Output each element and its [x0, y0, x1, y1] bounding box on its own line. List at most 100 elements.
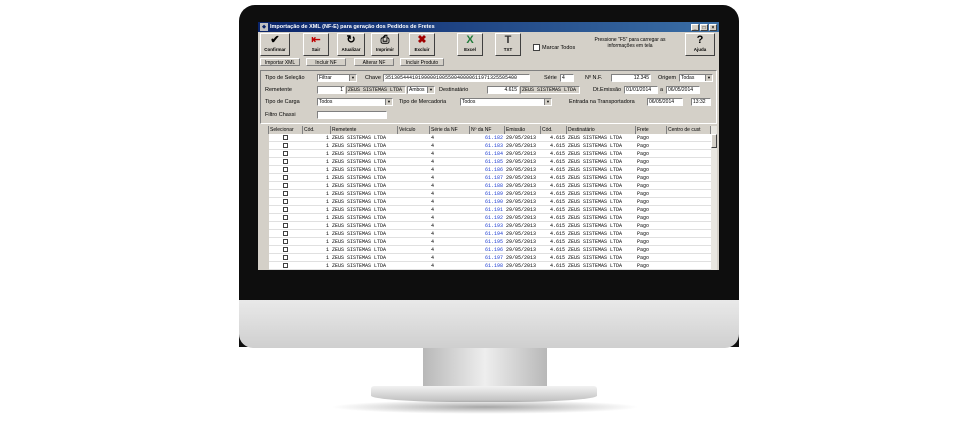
cell-serie: 4: [431, 239, 435, 245]
row-select-checkbox[interactable]: [283, 247, 288, 252]
row-selector[interactable]: [260, 134, 269, 142]
row-select-checkbox[interactable]: [283, 239, 288, 244]
date-range-separator: a: [660, 87, 664, 93]
row-select-checkbox[interactable]: [283, 191, 288, 196]
row-select-checkbox[interactable]: [283, 151, 288, 156]
table-row[interactable]: 1 ZEUS SISTEMAS LTDA 4 61.196 29/05/2013 4.61…: [260, 246, 717, 254]
table-row[interactable]: 1 ZEUS SISTEMAS LTDA 4 61.193 29/05/2013 4.61…: [260, 222, 717, 230]
row-select-checkbox[interactable]: [283, 223, 288, 228]
cell-nf: 61.185: [484, 159, 503, 165]
row-selector[interactable]: [260, 262, 269, 270]
table-row[interactable]: 1 ZEUS SISTEMAS LTDA 4 61.183 29/05/2013 4.61…: [260, 142, 717, 150]
row-selector[interactable]: [260, 214, 269, 222]
tab-importar-xml[interactable]: Importar XML: [260, 58, 300, 66]
tipo-carga-select[interactable]: Todos ▼: [317, 98, 393, 106]
col-header-remetente[interactable]: Remetente: [331, 126, 398, 134]
table-row[interactable]: 1 ZEUS SISTEMAS LTDA 4 61.198 29/05/2013 4.61…: [260, 262, 717, 270]
tipo-mercadoria-select[interactable]: Todos ▼: [460, 98, 552, 106]
row-selector[interactable]: [260, 166, 269, 174]
tipo-selecao-select[interactable]: Filtrar ▼: [317, 74, 357, 82]
col-header-destinatario[interactable]: Destinatário: [567, 126, 636, 134]
row-select-checkbox[interactable]: [283, 199, 288, 204]
col-header-cod[interactable]: Cód.: [303, 126, 331, 134]
row-selector[interactable]: [260, 198, 269, 206]
row-selector[interactable]: [260, 174, 269, 182]
confirm-button[interactable]: ✔ Confirmar: [260, 33, 290, 56]
col-header-selecionar[interactable]: Selecionar: [269, 126, 303, 134]
table-scrollbar[interactable]: [711, 126, 717, 270]
checkbox-box[interactable]: [533, 44, 540, 51]
row-select-checkbox[interactable]: [283, 159, 288, 164]
row-select-checkbox[interactable]: [283, 167, 288, 172]
maximize-button[interactable]: □: [700, 24, 708, 31]
tab-incluir-produto[interactable]: Incluir Produto: [400, 58, 444, 66]
row-selector[interactable]: [260, 238, 269, 246]
row-selector[interactable]: [260, 230, 269, 238]
table-row[interactable]: 1 ZEUS SISTEMAS LTDA 4 61.192 29/05/2013 4.61…: [260, 214, 717, 222]
col-header-cod-dest[interactable]: Cód.: [541, 126, 567, 134]
row-select-checkbox[interactable]: [283, 263, 288, 268]
table-row[interactable]: 1 ZEUS SISTEMAS LTDA 4 61.182 29/05/2013 4.61…: [260, 134, 717, 142]
col-header-centro-custo[interactable]: Centro de cust: [667, 126, 711, 134]
col-header-numero-nf[interactable]: Nº da NF: [470, 126, 505, 134]
filtro-chassi-input[interactable]: [317, 111, 387, 119]
delete-button[interactable]: ✖ Excluir: [409, 33, 435, 56]
help-button[interactable]: ? Ajuda: [685, 33, 715, 56]
row-selector[interactable]: [260, 182, 269, 190]
table-row[interactable]: 1 ZEUS SISTEMAS LTDA 4 61.190 29/05/2013 4.61…: [260, 198, 717, 206]
table-row[interactable]: 1 ZEUS SISTEMAS LTDA 4 61.187 29/05/2013 4.61…: [260, 174, 717, 182]
close-button[interactable]: ×: [709, 24, 717, 31]
table-row[interactable]: 1 ZEUS SISTEMAS LTDA 4 61.184 29/05/2013 4.61…: [260, 150, 717, 158]
serie-input[interactable]: 4: [560, 74, 574, 82]
table-row[interactable]: 1 ZEUS SISTEMAS LTDA 4 61.195 29/05/2013 4.61…: [260, 238, 717, 246]
row-selector[interactable]: [260, 142, 269, 150]
table-row[interactable]: 1 ZEUS SISTEMAS LTDA 4 61.188 29/05/2013 4.61…: [260, 182, 717, 190]
row-select-checkbox[interactable]: [283, 255, 288, 260]
minimize-button[interactable]: _: [691, 24, 699, 31]
cell-remetente: ZEUS SISTEMAS LTDA: [332, 135, 387, 141]
row-selector[interactable]: [260, 206, 269, 214]
col-header-frete[interactable]: Frete: [636, 126, 667, 134]
print-button[interactable]: ⎙ Imprimir: [371, 33, 399, 56]
remetente-code-input[interactable]: 1: [317, 86, 345, 94]
row-select-checkbox[interactable]: [283, 183, 288, 188]
row-select-checkbox[interactable]: [283, 143, 288, 148]
col-header-serie-nf[interactable]: Série da NF: [430, 126, 470, 134]
row-selector[interactable]: [260, 246, 269, 254]
tab-alterar-nf[interactable]: Alterar NF: [354, 58, 394, 66]
table-row[interactable]: 1 ZEUS SISTEMAS LTDA 4 61.191 29/05/2013 4.61…: [260, 206, 717, 214]
table-row[interactable]: 1 ZEUS SISTEMAS LTDA 4 61.185 29/05/2013 4.61…: [260, 158, 717, 166]
row-select-checkbox[interactable]: [283, 175, 288, 180]
txt-button[interactable]: T TXT: [495, 33, 521, 56]
table-row[interactable]: 1 ZEUS SISTEMAS LTDA 4 61.189 29/05/2013 4.61…: [260, 190, 717, 198]
entrada-date-input[interactable]: 06/05/2014: [647, 98, 683, 106]
destinatario-code-input[interactable]: 4.615: [487, 86, 519, 94]
nf-input[interactable]: 12.345: [611, 74, 651, 82]
col-header-veiculo[interactable]: Veículo: [398, 126, 430, 134]
scrollbar-thumb[interactable]: [711, 134, 717, 148]
row-select-checkbox[interactable]: [283, 207, 288, 212]
marcar-todos-checkbox[interactable]: Marcar Todos: [533, 44, 575, 51]
row-selector[interactable]: [260, 222, 269, 230]
row-selector[interactable]: [260, 254, 269, 262]
ambos-select[interactable]: Ambos ▼: [407, 86, 435, 94]
table-row[interactable]: 1 ZEUS SISTEMAS LTDA 4 61.197 29/05/2013 4.61…: [260, 254, 717, 262]
chave-input[interactable]: 3513054441019900010055004000061197132550…: [383, 74, 530, 82]
entrada-time-input[interactable]: 13:32: [691, 98, 711, 106]
excel-button[interactable]: X Excel: [457, 33, 483, 56]
table-row[interactable]: 1 ZEUS SISTEMAS LTDA 4 61.194 29/05/2013 4.61…: [260, 230, 717, 238]
row-selector[interactable]: [260, 190, 269, 198]
row-selector[interactable]: [260, 150, 269, 158]
col-header-emissao[interactable]: Emissão: [505, 126, 541, 134]
exit-button[interactable]: ⇤ Sair: [303, 33, 329, 56]
row-select-checkbox[interactable]: [283, 231, 288, 236]
tab-incluir-nf[interactable]: Incluir NF: [306, 58, 346, 66]
origem-select[interactable]: Todas ▼: [679, 74, 713, 82]
row-selector[interactable]: [260, 158, 269, 166]
dt-emissao-from-input[interactable]: 01/01/2014: [624, 86, 658, 94]
dt-emissao-to-input[interactable]: 06/05/2014: [666, 86, 700, 94]
row-select-checkbox[interactable]: [283, 135, 288, 140]
table-row[interactable]: 1 ZEUS SISTEMAS LTDA 4 61.186 29/05/2013 4.61…: [260, 166, 717, 174]
row-select-checkbox[interactable]: [283, 215, 288, 220]
refresh-button[interactable]: ↻ Atualizar: [337, 33, 365, 56]
